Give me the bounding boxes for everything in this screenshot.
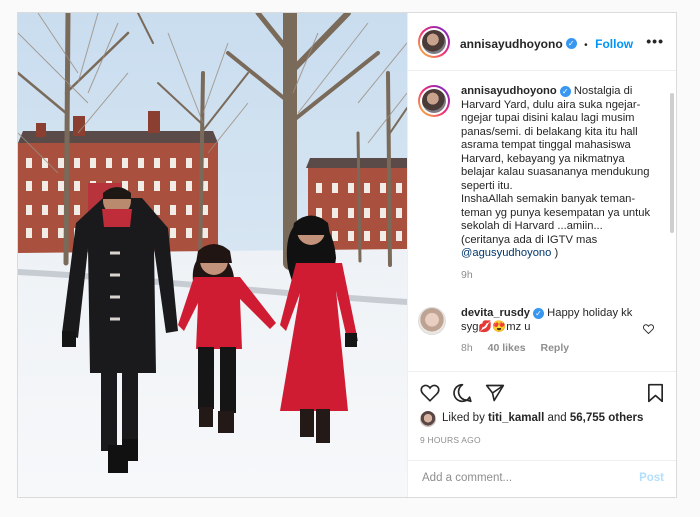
likes-summary: Liked by titi_kamall and 56,755 others: [442, 412, 643, 424]
likes-middle: and: [547, 412, 567, 424]
verified-badge-icon: ✓: [565, 38, 577, 50]
comment-likes[interactable]: 40 likes: [488, 342, 526, 354]
like-heart-icon[interactable]: [420, 384, 440, 402]
header-separator: •: [584, 40, 588, 51]
likes-prefix: Liked by: [442, 412, 485, 424]
harvard-yard-photo: [18, 13, 407, 497]
commenter-avatar[interactable]: [418, 307, 446, 335]
comment-reply-button[interactable]: Reply: [540, 342, 569, 354]
author-avatar[interactable]: [418, 26, 450, 58]
post-card: annisayudhoyono ✓ • Follow ••• annisayudh…: [17, 12, 677, 498]
caption-text-2: InshaAllah semakin banyak teman-teman yg…: [461, 193, 651, 246]
post-timestamp[interactable]: 9 HOURS AGO: [420, 435, 481, 445]
verified-badge-icon: ✓: [533, 307, 545, 319]
likes-count[interactable]: 56,755 others: [570, 412, 644, 424]
post-photo[interactable]: [18, 13, 407, 497]
post-header: annisayudhoyono ✓ • Follow •••: [408, 13, 676, 71]
liker-avatar[interactable]: [420, 411, 436, 427]
post-comment-button[interactable]: Post: [639, 472, 664, 484]
comment-like-heart-icon[interactable]: [643, 324, 654, 334]
save-bookmark-icon[interactable]: [647, 383, 664, 403]
caption-avatar[interactable]: [418, 85, 450, 117]
caption-username[interactable]: annisayudhoyono: [461, 85, 557, 97]
caption-text-end: ): [554, 247, 559, 259]
comment-username[interactable]: devita_rusdy: [461, 307, 530, 319]
share-paper-plane-icon[interactable]: [485, 383, 505, 403]
post-side-panel: annisayudhoyono ✓ • Follow ••• annisayudh…: [407, 13, 676, 497]
more-options-icon[interactable]: •••: [646, 33, 664, 49]
comment-time: 8h: [461, 342, 473, 354]
add-comment-bar: Add a comment... Post: [408, 460, 676, 497]
comment-item: devita_rusdy ✓ Happy holiday kk syg💋😍mz u…: [461, 307, 641, 356]
caption: annisayudhoyono ✓ Nostalgia di Harvard Ya…: [461, 85, 651, 282]
comments-list[interactable]: annisayudhoyono ✓ Nostalgia di Harvard Ya…: [408, 71, 676, 371]
post-actions: Liked by titi_kamall and 56,755 others 9…: [408, 371, 676, 462]
verified-badge-icon: ✓: [559, 85, 571, 97]
follow-button[interactable]: Follow: [595, 37, 633, 51]
caption-mention[interactable]: @agusyudhoyono: [461, 247, 551, 259]
comments-scrollbar[interactable]: [670, 93, 674, 233]
comment-bubble-icon[interactable]: [452, 383, 473, 403]
add-comment-input[interactable]: Add a comment...: [422, 472, 512, 484]
caption-text: Nostalgia di Harvard Yard, dulu aira suk…: [461, 85, 650, 192]
likes-user[interactable]: titi_kamall: [488, 412, 544, 424]
caption-time: 9h: [461, 268, 473, 281]
author-username[interactable]: annisayudhoyono: [460, 37, 563, 51]
